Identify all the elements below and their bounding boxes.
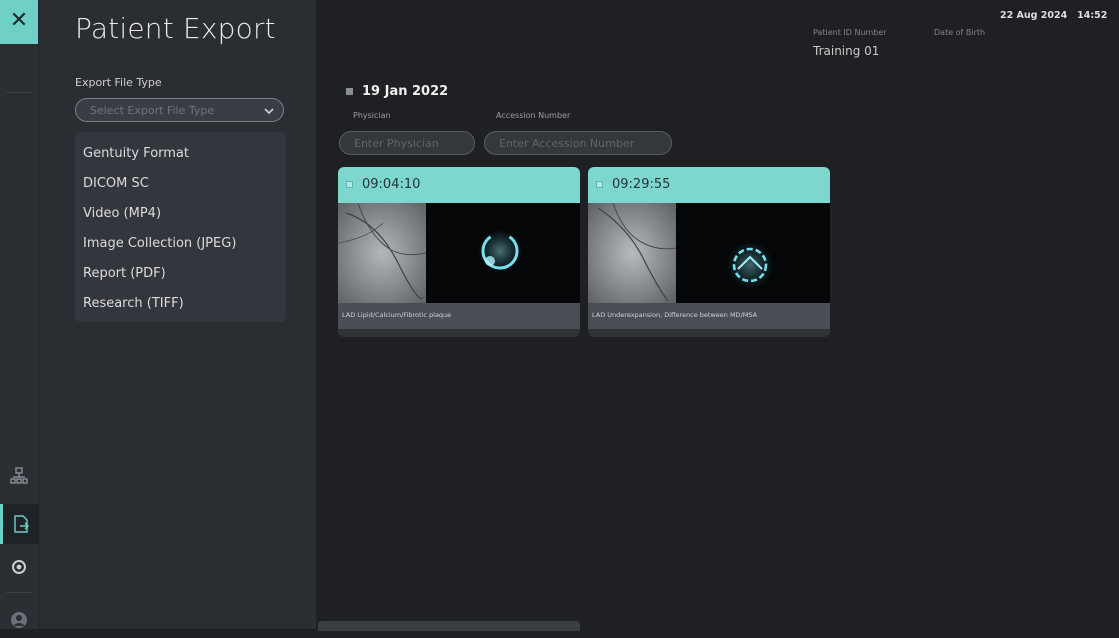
study-checkbox[interactable] (346, 88, 353, 95)
network-icon[interactable] (0, 458, 38, 494)
close-icon[interactable]: ✕ (0, 0, 38, 44)
accession-field[interactable]: Enter Accession Number (484, 131, 672, 155)
rail-divider (6, 92, 32, 93)
export-panel: Patient Export Export File Type Select E… (39, 0, 316, 629)
chevron-down-icon (262, 103, 276, 117)
recording-caption: LAD Underexpansion, Difference between M… (592, 311, 758, 319)
physician-label: Physician (353, 111, 391, 120)
recording-card-header: 09:04:10 (338, 167, 580, 203)
export-file-type-placeholder: Select Export File Type (90, 104, 215, 117)
recording-checkbox[interactable] (346, 181, 353, 188)
recording-caption-bar: LAD Underexpansion, Difference between M… (588, 303, 830, 329)
recording-time: 09:29:55 (612, 177, 671, 192)
dropdown-option-dicom[interactable]: DICOM SC (83, 176, 149, 191)
accession-placeholder: Enter Accession Number (499, 137, 635, 150)
settings-icon[interactable] (0, 549, 38, 585)
nav-rail: ✕ (0, 0, 39, 629)
clock-date: 22 Aug 2024 (1000, 10, 1068, 21)
study-date: 19 Jan 2022 (362, 84, 449, 99)
recording-caption: LAD Lipid/Calcium/Fibrotic plaque (342, 311, 452, 319)
physician-field[interactable]: Enter Physician (339, 131, 475, 155)
dropdown-option-gentuity[interactable]: Gentuity Format (83, 146, 189, 161)
dropdown-option-video[interactable]: Video (MP4) (83, 206, 161, 221)
rail-divider (6, 592, 32, 593)
export-file-type-select[interactable]: Select Export File Type (75, 98, 284, 122)
recording-card[interactable]: 09:29:55 LAD Underexpansion, Difference … (588, 167, 830, 337)
dob-label: Date of Birth (934, 28, 986, 37)
patient-id-value: Training 01 (813, 44, 880, 58)
recording-caption-bar: LAD Lipid/Calcium/Fibrotic plaque (338, 303, 580, 329)
dropdown-option-jpeg[interactable]: Image Collection (JPEG) (83, 236, 236, 251)
dropdown-option-pdf[interactable]: Report (PDF) (83, 266, 166, 281)
recording-time: 09:04:10 (362, 177, 421, 192)
physician-placeholder: Enter Physician (354, 137, 439, 150)
page-title: Patient Export (75, 12, 276, 45)
recording-card-header: 09:29:55 (588, 167, 830, 203)
user-icon[interactable] (0, 602, 38, 638)
bottom-tray[interactable] (318, 621, 580, 631)
clock: 22 Aug 2024 14:52 (1000, 10, 1107, 21)
accession-label: Accession Number (496, 111, 571, 120)
dropdown-option-tiff[interactable]: Research (TIFF) (83, 296, 184, 311)
recording-thumbnail (588, 202, 830, 303)
clock-time: 14:52 (1077, 10, 1108, 21)
export-file-type-label: Export File Type (75, 76, 162, 89)
patient-id-label: Patient ID Number (813, 28, 887, 37)
recording-checkbox[interactable] (596, 181, 603, 188)
export-file-type-dropdown: Gentuity Format DICOM SC Video (MP4) Ima… (75, 132, 286, 322)
export-icon[interactable] (0, 504, 38, 544)
recording-thumbnail (338, 202, 580, 303)
recording-card[interactable]: 09:04:10 LAD Lipid/Calcium/Fibrotic plaq… (338, 167, 580, 337)
